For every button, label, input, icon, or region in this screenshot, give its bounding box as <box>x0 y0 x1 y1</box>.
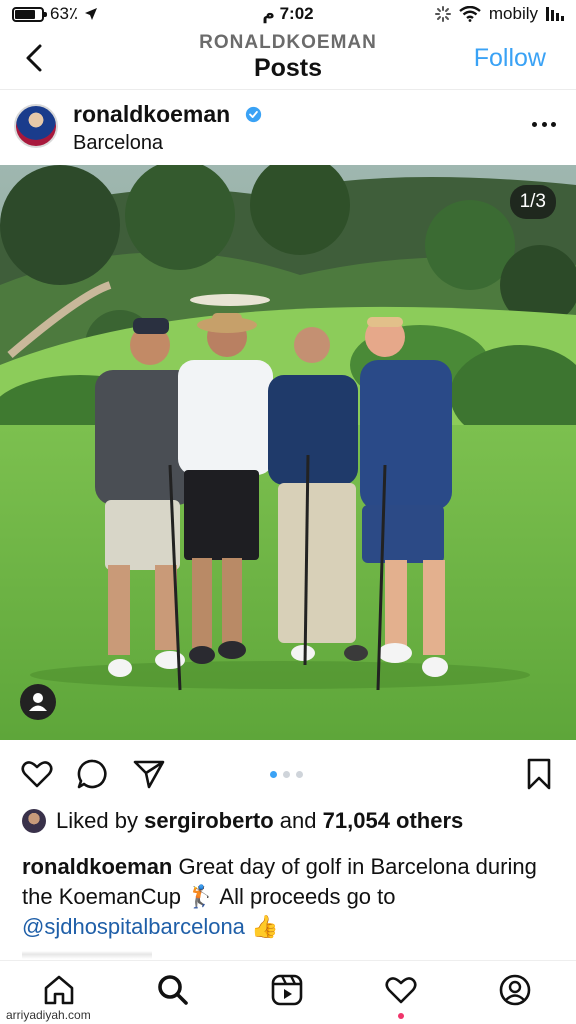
home-icon[interactable] <box>42 973 76 1007</box>
post-location[interactable]: Barcelona <box>73 132 163 155</box>
status-bar: 63٪ 7:02 م mobily <box>0 0 576 30</box>
signal-icon <box>546 7 564 21</box>
post-image[interactable]: 1/3 <box>0 165 576 740</box>
search-icon[interactable] <box>156 973 190 1007</box>
likes-summary[interactable]: Liked by sergiroberto and 71,054 others <box>22 808 562 834</box>
image-counter: 1/3 <box>509 185 556 219</box>
post-header: ronaldkoeman Barcelona <box>0 92 576 164</box>
watermark: arriyadiyah.com <box>6 1008 91 1022</box>
notification-dot <box>398 1013 404 1019</box>
likes-count[interactable]: 71,054 others <box>323 808 464 834</box>
bookmark-icon[interactable] <box>522 757 556 791</box>
golf-photo <box>0 165 576 740</box>
more-options-icon <box>532 121 537 127</box>
profile-icon[interactable] <box>498 973 532 1007</box>
verified-badge-icon <box>245 106 262 123</box>
carousel-dot <box>296 771 303 778</box>
likes-prefix: Liked by <box>56 808 138 833</box>
wifi-icon <box>459 6 481 22</box>
carrier-name: mobily <box>488 4 538 23</box>
post-caption: ronaldkoeman Great day of golf in Barcel… <box>22 852 562 942</box>
caption-username[interactable]: ronaldkoeman <box>22 854 172 879</box>
reels-icon[interactable] <box>270 973 304 1007</box>
caption-emoji: 👍 <box>251 914 279 939</box>
activity-heart-icon[interactable] <box>384 973 418 1007</box>
person-icon <box>29 693 47 711</box>
faded-timestamp <box>22 951 152 959</box>
caption-mention[interactable]: @sjdhospitalbarcelona <box>22 914 245 939</box>
loading-spinner-icon <box>434 6 451 22</box>
carousel-indicator <box>270 771 303 778</box>
status-right: mobily <box>434 4 564 24</box>
post-username[interactable]: ronaldkoeman <box>73 101 230 128</box>
liker-avatar <box>22 809 46 833</box>
carousel-dot <box>270 771 277 778</box>
heart-icon[interactable] <box>20 757 54 791</box>
avatar[interactable] <box>14 104 58 148</box>
bottom-navigation: arriyadiyah.com <box>0 960 576 1024</box>
posts-header: RONALDKOEMAN Posts Follow <box>0 30 576 90</box>
carousel-dot <box>283 771 290 778</box>
comment-icon[interactable] <box>76 757 110 791</box>
post-actions <box>0 745 576 801</box>
likes-middle: and <box>279 808 317 833</box>
likes-user[interactable]: sergiroberto <box>144 808 274 834</box>
follow-button[interactable]: Follow <box>474 44 546 73</box>
more-options-button[interactable] <box>532 112 556 136</box>
send-icon[interactable] <box>132 757 166 791</box>
tagged-people-button[interactable] <box>20 684 56 720</box>
